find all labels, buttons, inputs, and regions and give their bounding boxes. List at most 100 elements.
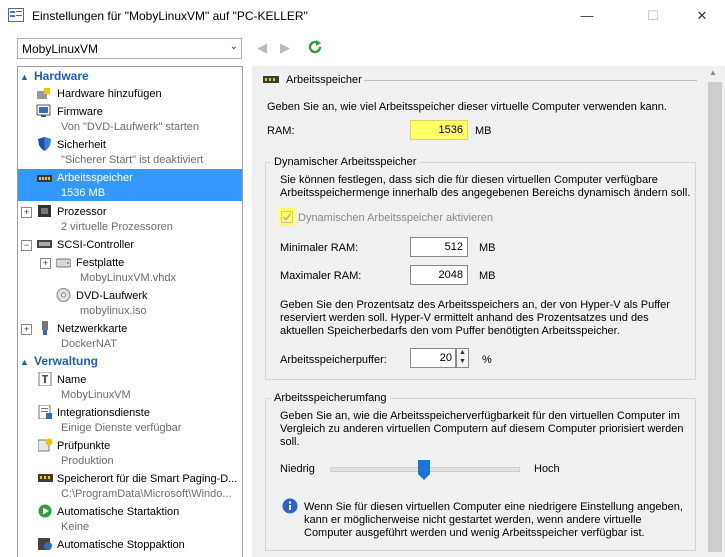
tree-item-memory[interactable]: Arbeitsspeicher 1536 MB — [18, 169, 242, 201]
dynamic-desc-line-2: Arbeitsspeichermenge innerhalb des angeg… — [280, 187, 691, 199]
tree-item-label: Prozessor — [57, 206, 107, 218]
buffer-desc-line-3: aktuellen Speicherbedarfs den vom Puffer… — [280, 325, 620, 337]
refresh-icon[interactable] — [307, 39, 323, 55]
weight-desc-line-2: Vergleich zu anderen virtuellen Computer… — [280, 423, 684, 435]
checkpoint-icon — [38, 438, 53, 452]
tree-item-processor[interactable]: + Prozessor 2 virtuelle Prozessoren — [18, 203, 242, 235]
minimize-button[interactable]: — — [564, 0, 610, 32]
tree-item-add-hardware[interactable]: Hardware hinzufügen — [18, 86, 242, 102]
tree-item-firmware[interactable]: Firmware Von "DVD-Laufwerk" starten — [18, 103, 242, 135]
weight-desc-line-3: soll. — [280, 436, 300, 448]
checkmark-icon — [281, 211, 293, 223]
tree-item-label: Hardware hinzufügen — [57, 88, 162, 100]
dynamic-desc-line-1: Sie können festlegen, dass sich die für … — [280, 174, 658, 186]
back-button[interactable]: ◀ — [257, 40, 267, 56]
dynamic-memory-group-label: Dynamischer Arbeitsspeicher — [271, 156, 420, 168]
tree-item-label: Integrationsdienste — [57, 407, 150, 419]
integration-services-icon — [38, 405, 52, 419]
tree-item-detail: Keine — [61, 521, 90, 533]
settings-window-icon — [8, 8, 24, 22]
tree-item-checkpoints[interactable]: Prüfpunkte Produktion — [18, 437, 242, 469]
memory-weight-group-label: Arbeitsspeicherumfang — [271, 392, 390, 404]
tree-item-label: Prüfpunkte — [57, 440, 111, 452]
tree-item-detail: "Sicherer Start" ist deaktiviert — [61, 154, 204, 166]
maximize-button[interactable]: ☐ — [630, 0, 676, 32]
close-button[interactable]: ✕ — [679, 0, 725, 32]
title-divider — [364, 80, 697, 81]
tree-item-label: Firmware — [57, 106, 103, 118]
min-ram-label: Minimaler RAM: — [280, 242, 359, 254]
tree-item-auto-stop[interactable]: Automatische Stoppaktion — [18, 536, 242, 557]
vm-select[interactable]: MobyLinuxVM ⌄ — [17, 38, 242, 59]
memory-section-icon — [263, 76, 279, 83]
slider-high-label: Hoch — [534, 463, 560, 475]
tree-item-scsi-controller[interactable]: − SCSI-Controller — [18, 236, 242, 252]
shield-icon — [38, 137, 51, 151]
settings-tree: ▲ Hardware Hardware hinzufügen Firmware V… — [17, 66, 243, 557]
tree-item-label: Speicherort für die Smart Paging-D... — [57, 473, 238, 485]
tree-item-detail: MobyLinuxVM — [61, 389, 131, 401]
tree-item-detail: 1536 MB — [61, 187, 106, 199]
auto-stop-icon — [38, 538, 52, 550]
tree-item-label: Name — [57, 374, 87, 386]
slider-low-label: Niedrig — [280, 463, 315, 475]
name-icon — [38, 372, 52, 386]
auto-start-icon — [38, 504, 52, 518]
tree-item-smart-paging[interactable]: Speicherort für die Smart Paging-D... C:… — [18, 470, 242, 502]
forward-button[interactable]: ▶ — [280, 40, 290, 56]
tree-item-label: Festplatte — [76, 257, 125, 269]
buffer-percent: % — [482, 354, 492, 366]
tree-item-detail: Einige Dienste verfügbar — [61, 422, 182, 434]
hardware-header-label: Hardware — [34, 69, 89, 83]
max-ram-unit: MB — [479, 270, 496, 282]
max-ram-input[interactable]: 2048 — [410, 265, 468, 285]
weight-desc-line-1: Geben Sie an, wie die Arbeitsspeicherver… — [280, 410, 680, 422]
chevron-down-icon: ⌄ — [229, 41, 238, 52]
hardware-section-header[interactable]: ▲ Hardware — [20, 69, 89, 85]
tree-item-label: Automatische Stoppaktion — [57, 539, 185, 551]
expand-icon[interactable]: + — [21, 324, 32, 335]
ram-input[interactable]: 1536 — [410, 120, 468, 140]
min-ram-unit: MB — [479, 242, 496, 254]
network-adapter-icon — [42, 321, 48, 335]
buffer-spinner[interactable]: ▲ ▼ — [456, 348, 469, 368]
management-header-label: Verwaltung — [34, 354, 99, 368]
min-ram-input[interactable]: 512 — [410, 237, 468, 257]
info-line-1: Wenn Sie für diesen virtuellen Computer … — [304, 501, 683, 513]
add-hardware-icon — [37, 88, 50, 99]
spinner-up-icon[interactable]: ▲ — [459, 349, 466, 356]
buffer-desc-line-2: reserviert werden soll. Hyper-V ermittel… — [280, 312, 649, 324]
scroll-up-icon[interactable]: ▲ — [709, 68, 717, 77]
management-section-header[interactable]: ▲ Verwaltung — [20, 354, 98, 370]
spinner-down-icon[interactable]: ▼ — [459, 358, 466, 365]
expand-icon[interactable]: + — [21, 207, 32, 218]
buffer-desc-line-1: Geben Sie den Prozentsatz des Arbeitsspe… — [280, 299, 670, 311]
tree-item-auto-start[interactable]: Automatische Startaktion Keine — [18, 503, 242, 535]
collapse-tree-icon[interactable]: − — [21, 240, 32, 251]
scsi-controller-icon — [37, 240, 52, 248]
buffer-label: Arbeitsspeicherpuffer: — [280, 354, 387, 366]
dvd-drive-icon — [56, 288, 71, 302]
tree-item-label: SCSI-Controller — [57, 239, 135, 251]
tree-item-security[interactable]: Sicherheit "Sicherer Start" ist deaktivi… — [18, 136, 242, 168]
tree-item-detail: MobyLinuxVM.vhdx — [80, 272, 176, 284]
tree-item-network-adapter[interactable]: + Netzwerkkarte DockerNAT — [18, 320, 242, 352]
expand-icon[interactable]: + — [40, 258, 51, 269]
tree-item-hard-disk[interactable]: + Festplatte MobyLinuxVM.vhdx — [18, 254, 242, 286]
tree-item-dvd-drive[interactable]: DVD-Laufwerk mobylinux.iso — [18, 287, 242, 319]
tree-item-label: Arbeitsspeicher — [57, 172, 133, 184]
memory-intro: Geben Sie an, wie viel Arbeitsspeicher d… — [267, 101, 667, 113]
collapse-icon: ▲ — [20, 72, 29, 82]
smart-paging-icon — [38, 474, 53, 482]
dynamic-memory-checkbox[interactable] — [278, 208, 296, 226]
scrollbar-thumb[interactable] — [708, 82, 722, 552]
buffer-input[interactable]: 20 — [410, 348, 456, 368]
slider-thumb[interactable] — [418, 460, 430, 480]
hard-disk-icon — [56, 258, 71, 268]
tree-item-integration-services[interactable]: Integrationsdienste Einige Dienste verfü… — [18, 404, 242, 436]
memory-weight-slider[interactable] — [330, 460, 520, 480]
tree-item-label: DVD-Laufwerk — [76, 290, 148, 302]
tree-item-name[interactable]: Name MobyLinuxVM — [18, 371, 242, 403]
section-title: Arbeitsspeicher — [286, 74, 362, 86]
tree-item-detail: C:\ProgramData\Microsoft\Windo... — [61, 488, 232, 500]
